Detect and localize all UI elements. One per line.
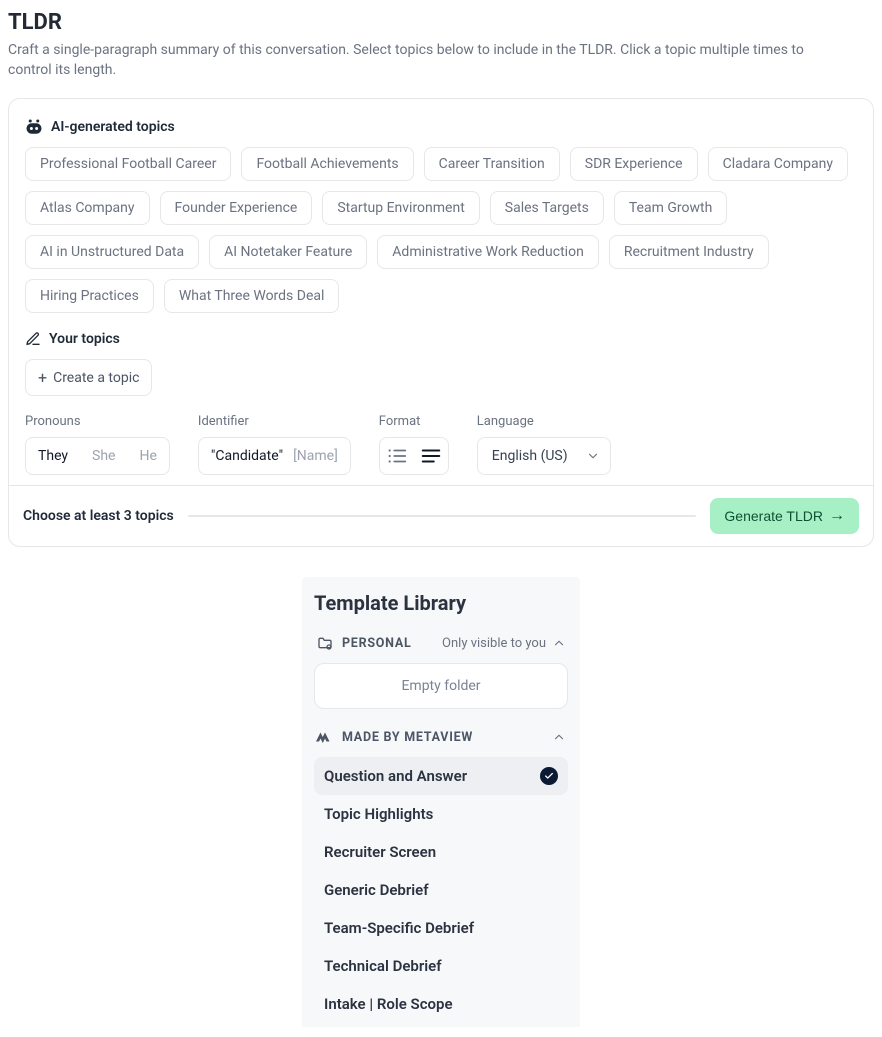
progress-track [188, 515, 697, 517]
identifier-name: [Name] [293, 448, 338, 464]
ai-topic-chip[interactable]: Career Transition [424, 147, 560, 181]
chevron-up-icon [552, 730, 566, 744]
language-label: Language [477, 414, 611, 429]
ai-topic-chip[interactable]: Cladara Company [708, 147, 848, 181]
ai-topic-chip[interactable]: Recruitment Industry [609, 235, 769, 269]
format-segmented [379, 437, 449, 475]
ai-topic-chip[interactable]: Football Achievements [241, 147, 413, 181]
identifier-label: Identifier [198, 414, 351, 429]
ai-topic-chip[interactable]: Administrative Work Reduction [377, 235, 599, 269]
generate-tldr-button[interactable]: Generate TLDR → [710, 498, 859, 534]
ai-topics-header: AI-generated topics [25, 119, 857, 135]
template-item[interactable]: Recruiter Screen [314, 833, 568, 871]
ai-topics-list: Professional Football Career Football Ach… [25, 147, 857, 313]
identifier-group: Identifier "Candidate" [Name] [198, 414, 351, 475]
your-topics-header: Your topics [25, 331, 857, 347]
folder-user-icon [316, 635, 334, 651]
template-item-label: Question and Answer [324, 767, 467, 785]
ai-topic-chip[interactable]: Professional Football Career [25, 147, 231, 181]
metaview-section-header[interactable]: MADE BY METAVIEW [314, 723, 568, 751]
ai-topic-chip[interactable]: AI Notetaker Feature [209, 235, 367, 269]
pronouns-segmented: TheySheHe [25, 437, 170, 475]
template-item-label: Technical Debrief [324, 957, 442, 975]
ai-topic-chip[interactable]: Founder Experience [160, 191, 313, 225]
controls-row: Pronouns TheySheHe Identifier "Candidate… [25, 414, 857, 475]
your-topics-label: Your topics [49, 331, 120, 347]
page-title: TLDR [8, 10, 874, 35]
template-item-label: Topic Highlights [324, 805, 433, 823]
ai-topic-chip[interactable]: Startup Environment [322, 191, 479, 225]
ai-topic-chip[interactable]: Sales Targets [490, 191, 604, 225]
pronoun-option[interactable]: They [26, 438, 80, 474]
template-item[interactable]: Intake | Role Scope [314, 985, 568, 1023]
plus-icon: + [38, 368, 47, 387]
ai-topics-label: AI-generated topics [51, 119, 175, 135]
ai-topic-chip[interactable]: What Three Words Deal [164, 279, 340, 313]
template-item[interactable]: Generic Debrief [314, 871, 568, 909]
ai-topic-chip[interactable]: Atlas Company [25, 191, 150, 225]
personal-visibility: Only visible to you [442, 636, 546, 651]
chevron-up-icon [552, 636, 566, 650]
language-select[interactable]: English (US) [477, 437, 611, 475]
library-title: Template Library [314, 591, 568, 615]
pronouns-label: Pronouns [25, 414, 170, 429]
robot-icon [25, 119, 43, 135]
card-footer: Choose at least 3 topics Generate TLDR → [9, 485, 873, 546]
create-topic-button[interactable]: + Create a topic [25, 359, 152, 396]
personal-section-header[interactable]: PERSONAL Only visible to you [314, 629, 568, 657]
personal-empty-folder: Empty folder [314, 663, 568, 709]
template-item-label: Generic Debrief [324, 881, 429, 899]
page-subtitle: Craft a single-paragraph summary of this… [8, 41, 848, 80]
language-group: Language English (US) [477, 414, 611, 475]
template-item[interactable]: Topic Highlights [314, 795, 568, 833]
pronouns-group: Pronouns TheySheHe [25, 414, 170, 475]
identifier-box[interactable]: "Candidate" [Name] [198, 437, 351, 475]
pencil-icon [25, 331, 41, 347]
ai-topic-chip[interactable]: AI in Unstructured Data [25, 235, 199, 269]
template-item[interactable]: Team-Specific Debrief [314, 909, 568, 947]
personal-label: PERSONAL [342, 636, 412, 651]
identifier-candidate: "Candidate" [211, 448, 283, 464]
template-item[interactable]: Question and Answer [314, 757, 568, 795]
format-paragraph-button[interactable] [414, 438, 448, 474]
metaview-icon [316, 729, 334, 745]
tldr-config-card: AI-generated topics Professional Footbal… [8, 98, 874, 547]
ai-topic-chip[interactable]: Team Growth [614, 191, 727, 225]
metaview-label: MADE BY METAVIEW [342, 730, 473, 745]
template-library-panel: Template Library PERSONAL Only visible t… [302, 577, 580, 1027]
language-value: English (US) [492, 448, 568, 464]
chevron-down-icon [586, 449, 600, 463]
template-item[interactable]: Technical Debrief [314, 947, 568, 985]
create-topic-label: Create a topic [53, 370, 139, 386]
library-wrap: Template Library PERSONAL Only visible t… [8, 577, 874, 1027]
template-item-label: Recruiter Screen [324, 843, 436, 861]
arrow-right-icon: → [829, 508, 845, 524]
check-icon [540, 767, 558, 785]
ai-topic-chip[interactable]: Hiring Practices [25, 279, 154, 313]
footer-hint: Choose at least 3 topics [23, 508, 174, 524]
template-list: Question and Answer Topic Highlights Recru… [314, 757, 568, 1023]
format-group: Format [379, 414, 449, 475]
template-item-label: Intake | Role Scope [324, 995, 453, 1013]
pronoun-option[interactable]: She [80, 438, 127, 474]
pronoun-option[interactable]: He [127, 438, 168, 474]
format-label: Format [379, 414, 449, 429]
ai-topic-chip[interactable]: SDR Experience [570, 147, 698, 181]
generate-tldr-label: Generate TLDR [724, 508, 823, 524]
format-bulleted-button[interactable] [380, 438, 414, 474]
template-item-label: Team-Specific Debrief [324, 919, 474, 937]
